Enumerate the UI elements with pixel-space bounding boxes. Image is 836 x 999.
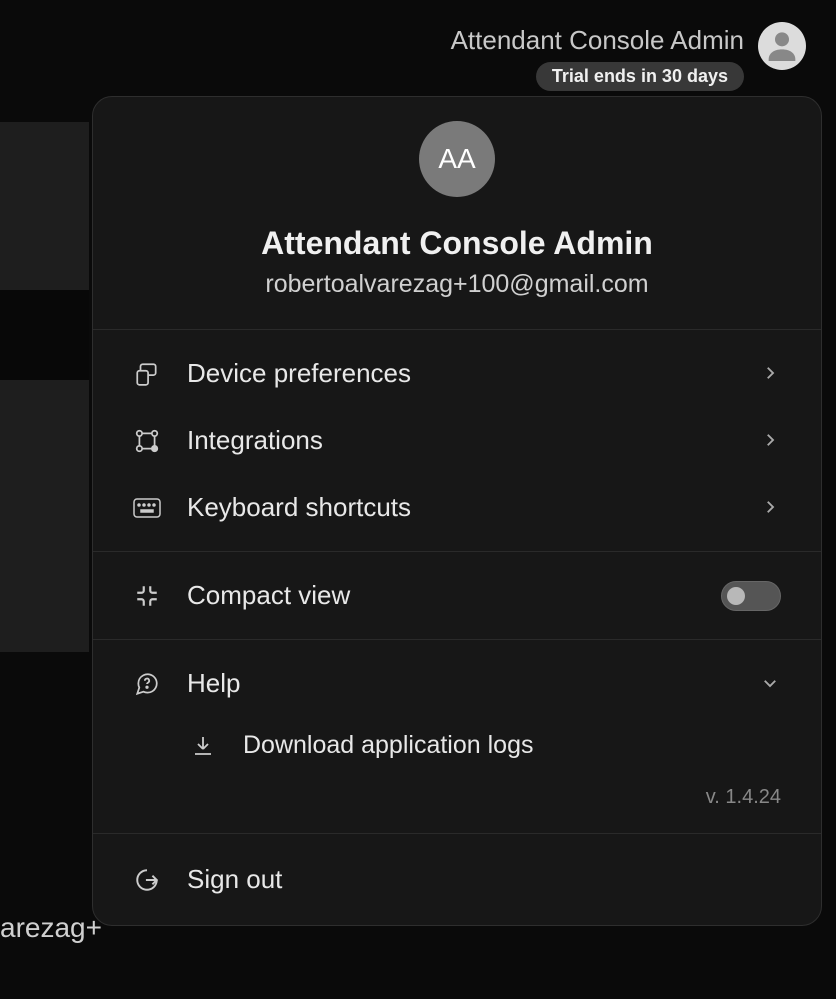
device-preferences-item[interactable]: Device preferences <box>93 330 821 407</box>
user-avatar-button[interactable] <box>758 22 806 70</box>
background-dark-row <box>0 290 89 380</box>
chevron-right-icon <box>761 364 781 384</box>
sign-out-icon <box>133 866 161 894</box>
chevron-down-icon <box>761 674 781 694</box>
header-bar: Attendant Console Admin Trial ends in 30… <box>0 0 836 91</box>
compact-view-icon <box>133 582 161 610</box>
profile-avatar: AA <box>419 121 495 197</box>
compact-view-label: Compact view <box>187 580 695 611</box>
integrations-icon <box>133 427 161 455</box>
device-icon <box>133 360 161 388</box>
keyboard-shortcuts-label: Keyboard shortcuts <box>187 492 735 523</box>
help-label: Help <box>187 668 735 699</box>
help-icon <box>133 670 161 698</box>
avatar-initials: AA <box>438 143 475 175</box>
chevron-right-icon <box>761 431 781 451</box>
download-logs-item[interactable]: Download application logs <box>93 717 821 778</box>
keyboard-shortcuts-item[interactable]: Keyboard shortcuts <box>93 474 821 551</box>
header-text-group: Attendant Console Admin Trial ends in 30… <box>451 25 744 91</box>
device-preferences-label: Device preferences <box>187 358 735 389</box>
sign-out-label: Sign out <box>187 864 781 895</box>
person-icon <box>762 26 802 66</box>
profile-section: AA Attendant Console Admin robertoalvare… <box>93 97 821 330</box>
signout-section: Sign out <box>93 834 821 925</box>
settings-section: Device preferences Integrations Keyboard… <box>93 330 821 552</box>
version-label: v. 1.4.24 <box>93 778 821 833</box>
user-menu-popover: AA Attendant Console Admin robertoalvare… <box>92 96 822 926</box>
download-logs-label: Download application logs <box>243 731 781 760</box>
help-section: Help Download application logs v. 1.4.24 <box>93 640 821 834</box>
help-item[interactable]: Help <box>93 640 821 717</box>
header-user-name: Attendant Console Admin <box>451 25 744 56</box>
profile-name: Attendant Console Admin <box>261 225 653 262</box>
background-truncated-text: arezag+ <box>0 912 102 944</box>
download-icon <box>189 732 217 760</box>
sign-out-item[interactable]: Sign out <box>93 834 821 925</box>
compact-view-toggle[interactable] <box>721 581 781 611</box>
compact-view-item[interactable]: Compact view <box>93 552 821 639</box>
integrations-label: Integrations <box>187 425 735 456</box>
integrations-item[interactable]: Integrations <box>93 407 821 474</box>
trial-badge: Trial ends in 30 days <box>536 62 744 91</box>
keyboard-icon <box>133 494 161 522</box>
background-panel <box>0 122 89 652</box>
profile-email: robertoalvarezag+100@gmail.com <box>265 270 648 299</box>
view-section: Compact view <box>93 552 821 640</box>
chevron-right-icon <box>761 498 781 518</box>
